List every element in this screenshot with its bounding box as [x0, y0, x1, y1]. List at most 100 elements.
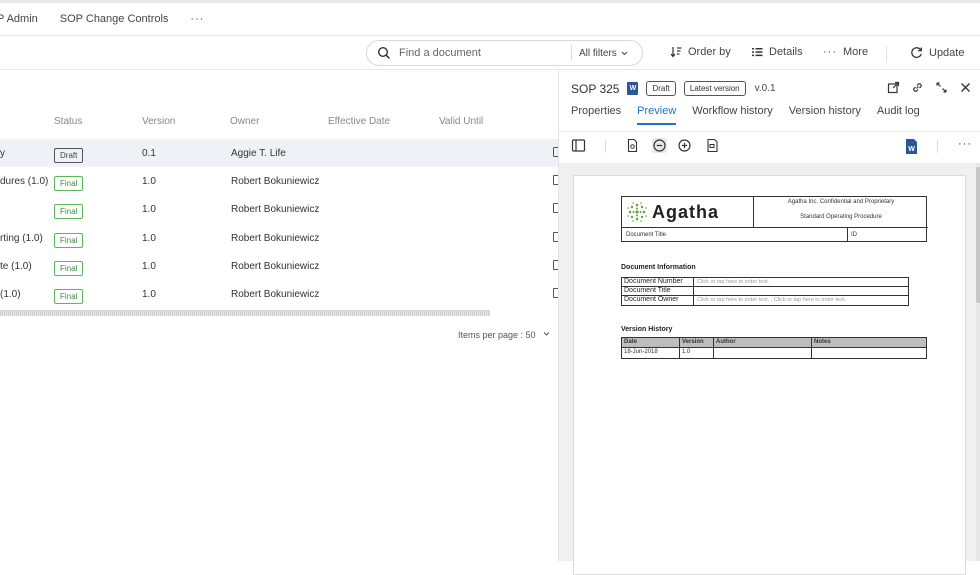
status-badge: Final: [54, 261, 84, 276]
table-row[interactable]: y Draft 0.1 Aggie T. Life: [0, 139, 561, 167]
word-file-icon: W: [627, 82, 639, 95]
toolbar-divider: [605, 140, 606, 153]
items-per-page-label: Items per page : 50: [458, 330, 536, 340]
sop-label: Standard Operating Procedure: [800, 214, 882, 220]
id-label: ID: [847, 228, 857, 242]
status-badge: Final: [54, 204, 84, 219]
chevron-down-icon: [621, 51, 628, 55]
open-external-icon[interactable]: [887, 81, 900, 94]
vh-notes: [812, 348, 926, 358]
row-version: 1.0: [142, 289, 156, 300]
zoom-in-icon[interactable]: [677, 138, 692, 153]
refresh-icon: [911, 47, 922, 58]
search-input[interactable]: [399, 47, 569, 59]
info-key: Document Owner: [622, 296, 694, 305]
panel-tabs: Properties Preview Workflow history Vers…: [571, 105, 936, 125]
document-id: SOP 325: [571, 81, 620, 96]
all-filters-dropdown[interactable]: All filters: [579, 48, 629, 59]
column-header-valid-until[interactable]: Valid Until: [439, 116, 483, 127]
table-row[interactable]: Final 1.0 Robert Bokuniewicz: [0, 195, 561, 223]
details-button[interactable]: Details: [751, 46, 803, 58]
tab-workflow-history[interactable]: Workflow history: [692, 105, 772, 117]
word-download-icon[interactable]: W: [904, 138, 919, 154]
info-row: Document Number Click or tap here to ent…: [622, 278, 908, 287]
version-label: v.0.1: [754, 83, 776, 94]
document-information-table: Document Number Click or tap here to ent…: [621, 277, 909, 306]
tab-version-history[interactable]: Version history: [789, 105, 861, 117]
row-owner: Robert Bokuniewicz: [231, 204, 320, 215]
row-title: y: [0, 148, 5, 159]
info-key: Document Title: [622, 287, 694, 295]
tab-audit-log[interactable]: Audit log: [877, 105, 920, 117]
tab-sop-admin[interactable]: P Admin: [0, 13, 38, 25]
vh-col-author: Author: [714, 338, 812, 347]
version-history-heading: Version History: [621, 326, 673, 333]
row-owner: Robert Bokuniewicz: [231, 176, 320, 187]
fit-width-icon[interactable]: [705, 138, 720, 153]
latest-version-badge: Latest version: [683, 81, 746, 96]
column-header-effective-date[interactable]: Effective Date: [328, 116, 390, 127]
version-history-header: Date Version Author Notes: [622, 338, 926, 348]
column-header-owner[interactable]: Owner: [230, 116, 259, 127]
more-options-icon[interactable]: ···: [958, 138, 973, 153]
vh-col-notes: Notes: [814, 339, 831, 345]
status-badge: Final: [54, 176, 84, 191]
info-row: Document Title: [622, 287, 908, 296]
close-icon[interactable]: [959, 81, 972, 94]
row-title: te (1.0): [0, 261, 32, 272]
search-icon: [377, 46, 391, 60]
chevron-down-icon: [543, 332, 550, 336]
table-row[interactable]: rting (1.0) Final 1.0 Robert Bokuniewicz: [0, 224, 561, 252]
sort-icon: [670, 47, 682, 58]
status-badge: Final: [54, 289, 84, 304]
tab-preview[interactable]: Preview: [637, 105, 677, 125]
viewer-toolbar: W ···: [559, 131, 980, 159]
info-row: Document Owner Click or tap here to ente…: [622, 296, 908, 305]
row-version: 0.1: [142, 148, 156, 159]
row-title: (1.0): [0, 289, 21, 300]
svg-text:W: W: [908, 146, 915, 153]
info-value: Click or tap here to enter text. , Click…: [697, 297, 846, 303]
more-button[interactable]: ··· More: [823, 46, 868, 58]
document-detail-panel: SOP 325 W Draft Latest version v.0.1 Pro…: [558, 70, 980, 575]
panel-header: SOP 325 W Draft Latest version v.0.1: [571, 81, 776, 96]
items-per-page-dropdown[interactable]: Items per page : 50: [458, 330, 551, 340]
table-row[interactable]: te (1.0) Final 1.0 Robert Bokuniewicz: [0, 252, 561, 280]
horizontal-scrollbar[interactable]: [0, 310, 490, 316]
document-preview[interactable]: Agatha Agatha Inc. Confidential and Prop…: [559, 163, 980, 575]
page-fit-icon[interactable]: [625, 138, 640, 153]
update-button[interactable]: Update: [910, 46, 964, 59]
scrollbar-thumb[interactable]: [976, 167, 980, 303]
row-version: 1.0: [142, 261, 156, 272]
all-filters-label: All filters: [579, 47, 617, 59]
expand-icon[interactable]: [935, 81, 948, 94]
column-header-version[interactable]: Version: [142, 116, 175, 127]
list-toolbar: All filters Order by Details ··· More Up…: [0, 36, 980, 70]
toolbar-divider: [937, 140, 938, 153]
vh-date: 18-Jun-2018: [622, 348, 680, 358]
confidential-label: Agatha Inc. Confidential and Proprietary: [787, 199, 895, 205]
document-header-table: Agatha Agatha Inc. Confidential and Prop…: [621, 196, 928, 242]
more-label: More: [843, 46, 869, 58]
row-owner: Robert Bokuniewicz: [231, 289, 320, 300]
order-by-button[interactable]: Order by: [670, 46, 731, 58]
status-badge: Final: [54, 233, 84, 248]
tab-sop-change-controls[interactable]: SOP Change Controls: [60, 13, 169, 25]
version-history-row: 18-Jun-2018 1.0: [622, 348, 926, 358]
vh-col-version: Version: [680, 338, 714, 347]
link-icon[interactable]: [911, 81, 924, 94]
tab-properties[interactable]: Properties: [571, 105, 621, 117]
table-row[interactable]: dures (1.0) Final 1.0 Robert Bokuniewicz: [0, 167, 561, 195]
zoom-out-icon[interactable]: [652, 138, 667, 153]
search-divider: [571, 45, 572, 61]
status-badge: Draft: [54, 148, 84, 163]
document-title-label: Document Title: [626, 232, 667, 238]
more-dots-icon: ···: [823, 46, 837, 58]
column-header-status[interactable]: Status: [54, 116, 82, 127]
row-version: 1.0: [142, 176, 156, 187]
vertical-scrollbar[interactable]: [976, 163, 980, 561]
version-history-table: Date Version Author Notes 18-Jun-2018 1.…: [621, 337, 927, 359]
table-row[interactable]: (1.0) Final 1.0 Robert Bokuniewicz: [0, 280, 561, 308]
more-tabs-icon[interactable]: ···: [190, 13, 204, 25]
sidebar-toggle-icon[interactable]: [571, 138, 586, 153]
